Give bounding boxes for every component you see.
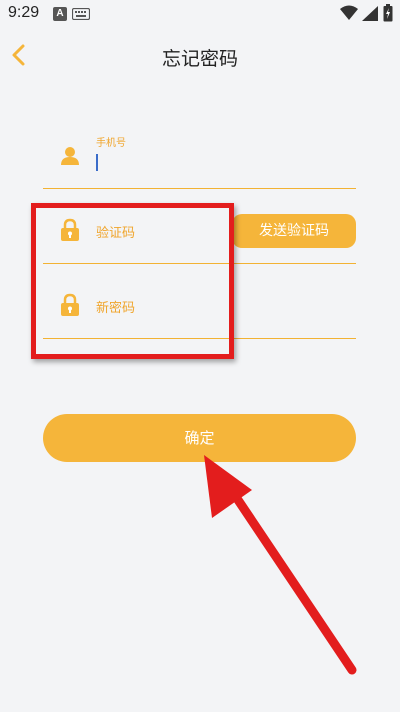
wifi-icon [340, 5, 358, 20]
status-bar: 9:29 A [0, 0, 400, 30]
nav-bar: 忘记密码 [0, 30, 400, 80]
annotation-highlight-box [31, 203, 234, 359]
confirm-button[interactable]: 确定 [43, 414, 356, 462]
status-time: 9:29 [8, 4, 40, 21]
signal-icon [362, 6, 378, 21]
notification-a-icon: A [53, 7, 67, 21]
keyboard-icon [72, 8, 90, 20]
send-code-button[interactable]: 发送验证码 [232, 214, 356, 248]
user-icon [61, 147, 79, 165]
phone-label: 手机号 [96, 138, 126, 149]
page-title: 忘记密码 [161, 48, 238, 70]
phone-field[interactable]: 手机号 [43, 124, 356, 189]
text-caret [96, 154, 98, 171]
battery-icon [383, 4, 393, 22]
